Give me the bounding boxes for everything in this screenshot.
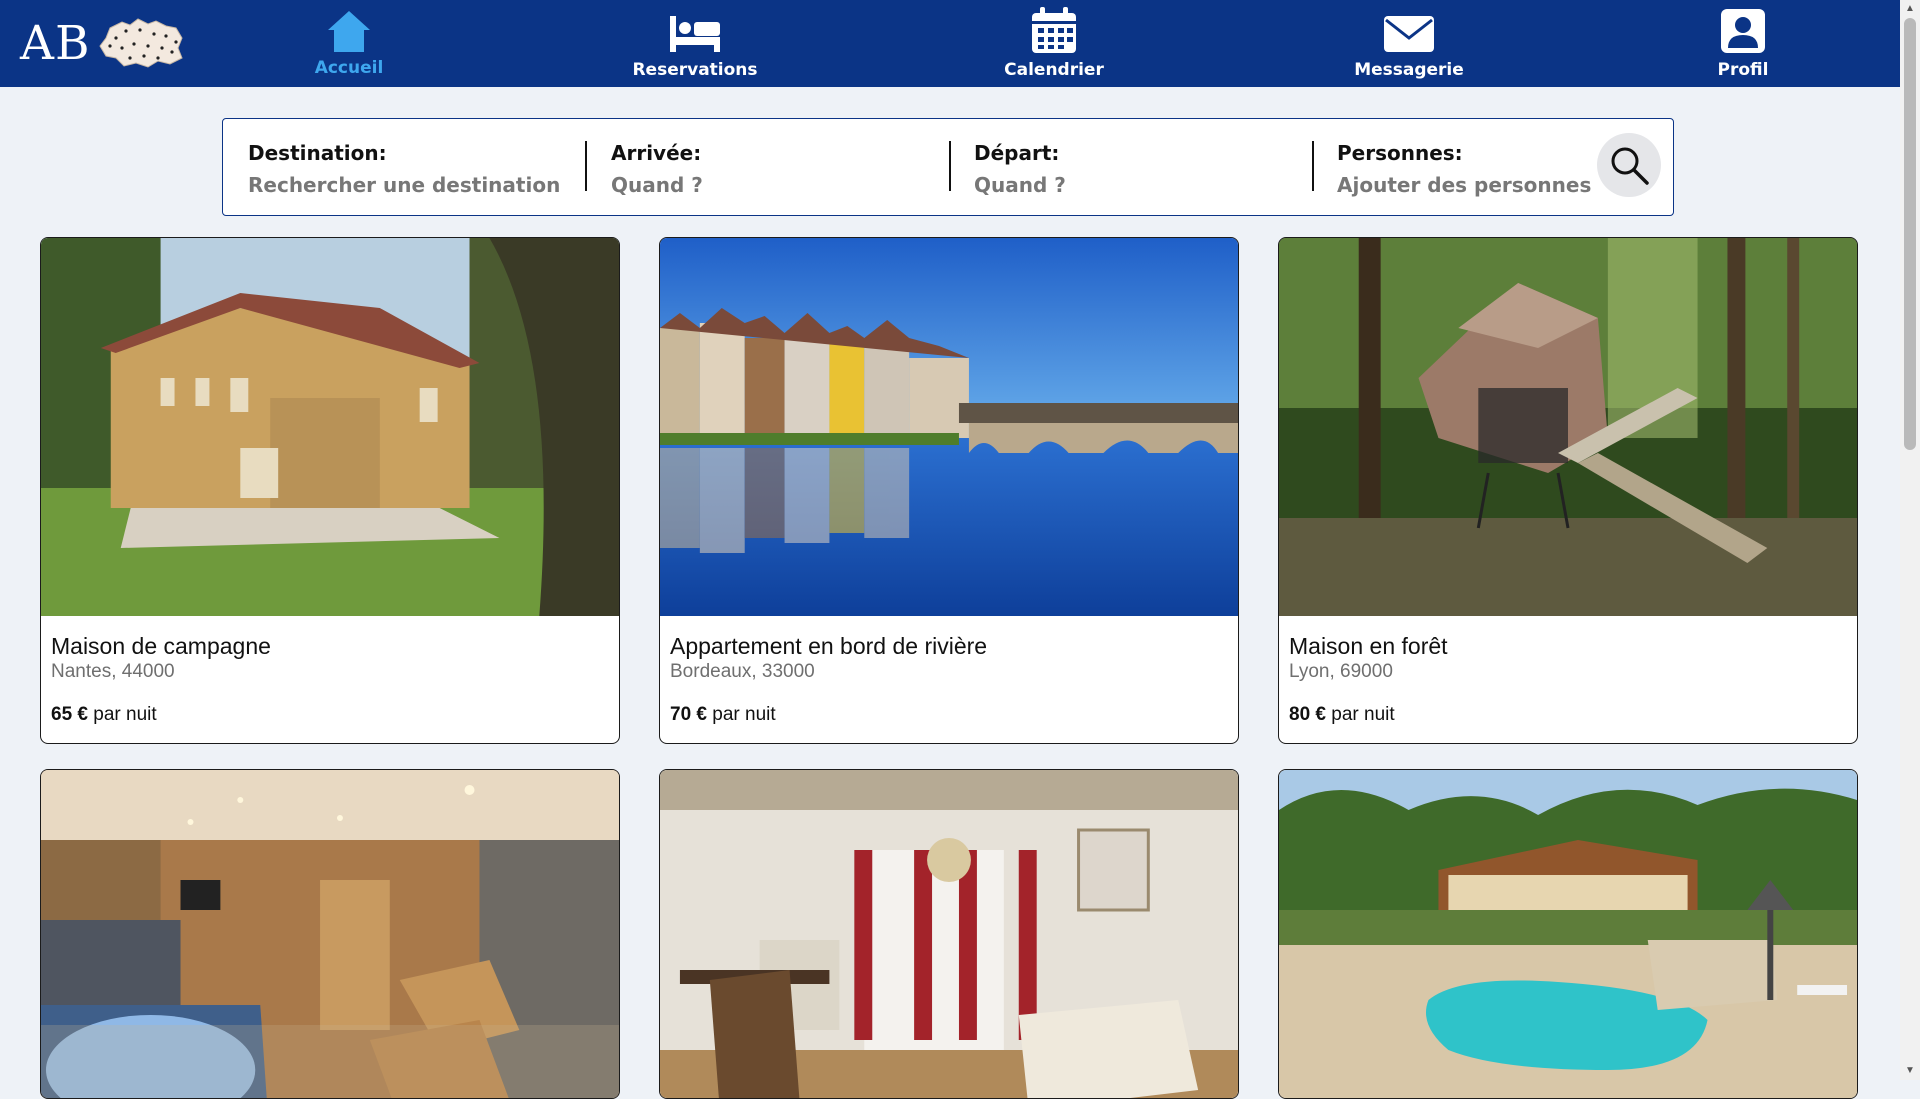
search-bar: Destination: Arrivée: Départ: Personnes: <box>222 118 1674 216</box>
listing-title: Maison de campagne <box>51 633 271 659</box>
nav-item-calendrier[interactable]: Calendrier <box>944 0 1164 87</box>
france-map-icon <box>99 18 184 68</box>
nav-label-calendrier: Calendrier <box>1004 60 1104 80</box>
listing-card[interactable]: Maison de campagne Nantes, 44000 65 € pa… <box>40 237 620 744</box>
listing-location: Nantes, 44000 <box>51 661 175 682</box>
arrival-field[interactable]: Arrivée: <box>611 141 931 197</box>
nav-label-messagerie: Messagerie <box>1354 60 1464 80</box>
search-divider <box>585 141 587 191</box>
arrival-label: Arrivée: <box>611 141 702 165</box>
listing-price: 80 € par nuit <box>1289 704 1395 726</box>
destination-input[interactable] <box>248 173 568 197</box>
search-divider <box>949 141 951 191</box>
destination-label: Destination: <box>248 141 387 165</box>
listing-photo <box>660 770 1238 1098</box>
top-nav-bar: AB Accueil Reservations Calendrier Messa… <box>0 0 1900 87</box>
listing-location: Lyon, 69000 <box>1289 661 1393 682</box>
user-icon <box>1720 0 1766 54</box>
nav-item-messagerie[interactable]: Messagerie <box>1299 0 1519 87</box>
search-divider <box>1312 141 1314 191</box>
nav-item-accueil[interactable]: Accueil <box>239 0 459 87</box>
departure-input[interactable] <box>974 173 1294 197</box>
price-amount: 70 € <box>670 704 707 725</box>
calendar-icon <box>1030 0 1078 54</box>
price-unit: par nuit <box>1331 704 1395 725</box>
home-icon <box>326 0 372 54</box>
page-scrollbar[interactable]: ▲ ▼ <box>1900 0 1920 1080</box>
listing-card[interactable] <box>659 769 1239 1099</box>
mail-icon <box>1383 0 1435 54</box>
search-icon <box>1611 147 1649 185</box>
arrival-input[interactable] <box>611 173 931 197</box>
listing-location: Bordeaux, 33000 <box>670 661 815 682</box>
listing-title: Maison en forêt <box>1289 633 1448 659</box>
listing-photo <box>1279 770 1857 1098</box>
search-button[interactable] <box>1597 133 1661 197</box>
nav-label-accueil: Accueil <box>314 58 384 78</box>
listing-card[interactable] <box>40 769 620 1099</box>
listing-photo <box>1279 238 1857 616</box>
price-amount: 80 € <box>1289 704 1326 725</box>
listing-card[interactable] <box>1278 769 1858 1099</box>
listing-price: 70 € par nuit <box>670 704 776 726</box>
logo-text: AB <box>20 15 91 71</box>
nav-item-reservations[interactable]: Reservations <box>585 0 805 87</box>
price-unit: par nuit <box>712 704 776 725</box>
listing-title: Appartement en bord de rivière <box>670 633 988 659</box>
listing-card[interactable]: Maison en forêt Lyon, 69000 80 € par nui… <box>1278 237 1858 744</box>
price-amount: 65 € <box>51 704 88 725</box>
bed-icon <box>668 0 722 54</box>
scroll-up-arrow-icon[interactable]: ▲ <box>1900 0 1920 18</box>
nav-item-profil[interactable]: Profil <box>1633 0 1853 87</box>
listing-photo <box>41 238 619 616</box>
brand-logo[interactable]: AB <box>20 14 186 72</box>
destination-field[interactable]: Destination: <box>248 141 568 197</box>
listing-price: 65 € par nuit <box>51 704 157 726</box>
price-unit: par nuit <box>93 704 157 725</box>
listing-photo <box>660 238 1238 616</box>
nav-label-reservations: Reservations <box>632 60 758 80</box>
listing-photo <box>41 770 619 1098</box>
listing-card[interactable]: Appartement en bord de rivière Bordeaux,… <box>659 237 1239 744</box>
scroll-down-arrow-icon[interactable]: ▼ <box>1900 1062 1920 1080</box>
scroll-thumb[interactable] <box>1904 18 1916 450</box>
departure-label: Départ: <box>974 141 1060 165</box>
nav-label-profil: Profil <box>1717 60 1769 80</box>
departure-field[interactable]: Départ: <box>974 141 1294 197</box>
